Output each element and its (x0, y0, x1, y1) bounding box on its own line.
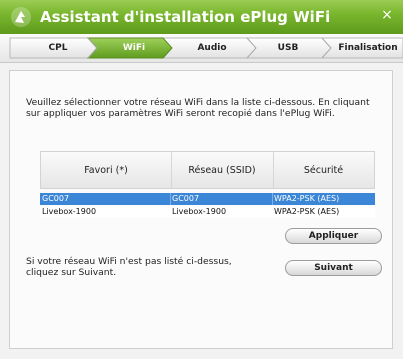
close-icon[interactable]: × (379, 7, 395, 23)
table-row[interactable]: GC007 GC007 WPA2-PSK (AES) (40, 193, 375, 205)
step-audio[interactable]: Audio (190, 43, 234, 53)
intro-text: Veuillez sélectionner votre réseau WiFi … (26, 97, 370, 119)
title-bar: Assistant d'installation ePlug WiFi × (0, 0, 403, 34)
cell-ssid: GC007 (172, 194, 200, 203)
window-title: Assistant d'installation ePlug WiFi (40, 8, 331, 26)
eplug-logo-icon (11, 7, 31, 27)
step-wifi[interactable]: WiFi (114, 43, 154, 53)
skip-note-text: Si votre réseau WiFi n'est pas listé ci-… (26, 256, 232, 278)
column-header-securite[interactable]: Sécurité (273, 165, 374, 176)
cell-favori: Livebox-1900 (42, 207, 97, 216)
network-table-header: Favori (*) Réseau (SSID) Sécurité (40, 151, 375, 189)
cell-favori: GC007 (42, 194, 70, 203)
column-header-ssid[interactable]: Réseau (SSID) (171, 165, 273, 176)
step-finalisation[interactable]: Finalisation (336, 43, 400, 53)
table-row[interactable]: Livebox-1900 Livebox-1900 WPA2-PSK (AES) (40, 206, 375, 218)
cell-securite: WPA2-PSK (AES) (274, 207, 340, 216)
cell-securite: WPA2-PSK (AES) (274, 194, 340, 203)
step-tabs: CPL WiFi Audio USB Finalisation (0, 34, 403, 63)
cell-ssid: Livebox-1900 (172, 207, 227, 216)
column-header-favori[interactable]: Favori (*) (41, 165, 171, 176)
step-usb[interactable]: USB (268, 43, 308, 53)
apply-button[interactable]: Appliquer (285, 228, 382, 244)
step-cpl[interactable]: CPL (40, 43, 76, 53)
next-button[interactable]: Suivant (285, 260, 382, 276)
